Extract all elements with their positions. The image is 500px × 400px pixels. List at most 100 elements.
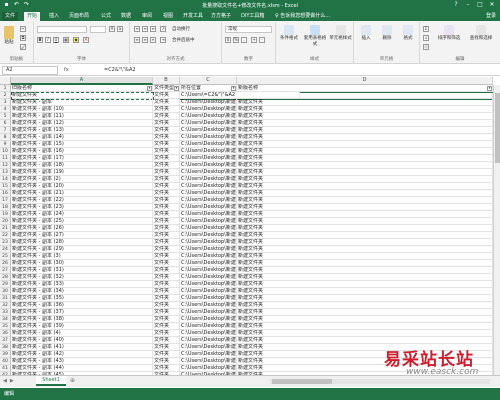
conditional-format-button[interactable]: 条件格式: [277, 25, 301, 41]
format-as-table-button[interactable]: 套用表格格式: [302, 25, 328, 47]
row-number[interactable]: 29: [0, 281, 11, 288]
cell-location[interactable]: C:\Users\Desktop\新建文件夹: [180, 337, 237, 344]
cell-location[interactable]: C:\Users\Desktop\新建文件夹: [180, 148, 237, 155]
header-cell-new-name[interactable]: 新版名称 ▾: [237, 85, 493, 92]
row-number[interactable]: 26: [0, 260, 11, 267]
cell-new-name[interactable]: 新建文件夹: [237, 190, 493, 197]
cell-file-type[interactable]: 文件夹: [153, 365, 180, 372]
cell-old-name[interactable]: 新建文件夹 - 副本 (37): [11, 309, 153, 316]
cell-file-type[interactable]: 文件夹: [153, 309, 180, 316]
header-cell-location[interactable]: 所在位置 ▾: [180, 85, 237, 92]
cell-location[interactable]: C:\Users\Desktop\新建文件夹: [180, 106, 237, 113]
row-number[interactable]: 3: [0, 99, 11, 106]
filter-dropdown-icon[interactable]: ▾: [487, 86, 492, 91]
cell-file-type[interactable]: 文件夹: [153, 197, 180, 204]
font-size-select[interactable]: [90, 26, 106, 33]
cell-new-name[interactable]: 新建文件夹: [237, 337, 493, 344]
vertical-scrollbar[interactable]: [493, 85, 500, 375]
row-number[interactable]: 4: [0, 106, 11, 113]
column-header-b[interactable]: B: [153, 77, 180, 85]
cell-new-name[interactable]: 新建文件夹: [237, 211, 493, 218]
cell-file-type[interactable]: 文件夹: [153, 113, 180, 120]
cell-new-name[interactable]: 新建文件夹: [237, 253, 493, 260]
percent-icon[interactable]: %: [233, 37, 239, 43]
cell-location[interactable]: C:\Users\Desktop\新建文件夹: [180, 120, 237, 127]
sheet-tab-sheet1[interactable]: Sheet1: [36, 376, 66, 386]
cell-old-name[interactable]: 新建文件夹 - 副本 (31): [11, 267, 153, 274]
tab-insert[interactable]: 插入: [46, 12, 62, 21]
font-name-select[interactable]: [37, 26, 87, 33]
cell-file-type[interactable]: 文件夹: [153, 260, 180, 267]
cell-location[interactable]: C:\Users\Desktop\新建文件夹: [180, 344, 237, 351]
cell-location[interactable]: C:\Users\Desktop\新建文件夹: [180, 239, 237, 246]
prev-sheet-icon[interactable]: ◀: [3, 378, 7, 384]
cell-old-name[interactable]: 新建文件夹 - 副本 (25): [11, 218, 153, 225]
cell-file-type[interactable]: 文件夹: [153, 218, 180, 225]
cell-file-type[interactable]: 文件夹: [153, 330, 180, 337]
font-color-icon[interactable]: A: [83, 37, 89, 43]
cell-file-type[interactable]: 文件夹: [153, 141, 180, 148]
row-number[interactable]: 24: [0, 246, 11, 253]
row-number[interactable]: 12: [0, 162, 11, 169]
cell-location[interactable]: C:\Users\Desktop\新建文件夹: [180, 162, 237, 169]
cell-old-name[interactable]: 新建文件夹 - 副本 (30): [11, 260, 153, 267]
cell-location[interactable]: C:\Users\Desktop\新建文件夹: [180, 274, 237, 281]
cell-location[interactable]: C:\Users\Desktop\新建文件夹: [180, 155, 237, 162]
cell-old-name[interactable]: 新建文件夹 - 副本: [11, 99, 153, 106]
cell-new-name[interactable]: 新建文件夹: [237, 309, 493, 316]
insert-cells-button[interactable]: 插入: [356, 25, 376, 41]
cell-location[interactable]: C:\Users\Desktop\新建文件夹: [180, 358, 237, 365]
cell-file-type[interactable]: 文件夹: [153, 204, 180, 211]
cell-new-name[interactable]: 新建文件夹: [237, 183, 493, 190]
cell-file-type[interactable]: 文件夹: [153, 295, 180, 302]
tab-home[interactable]: 开始: [24, 12, 41, 21]
cell-location[interactable]: C:\Users\Desktop\新建文件夹: [180, 134, 237, 141]
fill-icon[interactable]: ↓: [423, 35, 429, 41]
cell-location[interactable]: C:\Users\Desktop\新建文件夹: [180, 127, 237, 134]
format-cells-button[interactable]: 格式: [398, 25, 418, 41]
cell-old-name[interactable]: 新建文件夹 - 副本 (22): [11, 197, 153, 204]
row-number[interactable]: 38: [0, 344, 11, 351]
vertical-scroll-thumb[interactable]: [495, 93, 500, 163]
row-number[interactable]: 17: [0, 197, 11, 204]
increase-decimal-icon[interactable]: +: [251, 37, 257, 43]
sort-filter-button[interactable]: 排序和筛选: [434, 25, 464, 41]
tab-review[interactable]: 审阅: [139, 12, 155, 21]
row-number[interactable]: 13: [0, 169, 11, 176]
cell-file-type[interactable]: 文件夹: [153, 274, 180, 281]
decrease-decimal-icon[interactable]: -: [259, 37, 265, 43]
row-number[interactable]: 19: [0, 211, 11, 218]
cell-location[interactable]: C:\Users\Desktop\新建文件夹: [180, 204, 237, 211]
cut-icon[interactable]: ✂: [20, 26, 26, 32]
signin-link[interactable]: 登录: [486, 12, 496, 21]
row-number[interactable]: 8: [0, 134, 11, 141]
cell-location[interactable]: C:\Users\Desktop\新建文件夹: [180, 330, 237, 337]
cell-old-name[interactable]: 新建文件夹 - 副本 (35): [11, 295, 153, 302]
cell-file-type[interactable]: 文件夹: [153, 316, 180, 323]
row-number[interactable]: 2: [0, 92, 11, 99]
cell-new-name[interactable]: 新建文件夹: [237, 176, 493, 183]
cell-old-name[interactable]: 新建文件夹 - 副本 (18): [11, 162, 153, 169]
cell-file-type[interactable]: 文件夹: [153, 239, 180, 246]
minimize-button[interactable]: –: [462, 0, 474, 10]
cell-old-name[interactable]: 新建文件夹 - 副本 (20): [11, 183, 153, 190]
cell-file-type[interactable]: 文件夹: [153, 323, 180, 330]
row-number[interactable]: 5: [0, 113, 11, 120]
cell-new-name[interactable]: 新建文件夹: [237, 302, 493, 309]
cell-old-name[interactable]: 新建文件夹 - 副本 (39): [11, 323, 153, 330]
help-button[interactable]: ?: [450, 0, 462, 10]
cell-new-name[interactable]: 新建文件夹: [237, 148, 493, 155]
cell-old-name[interactable]: 新建文件夹 - 副本 (38): [11, 316, 153, 323]
cell-new-name[interactable]: 新建文件夹: [237, 197, 493, 204]
cell-old-name[interactable]: 新建文件夹 - 副本 (4): [11, 330, 153, 337]
row-number[interactable]: 36: [0, 330, 11, 337]
underline-icon[interactable]: U: [53, 37, 59, 43]
cell-new-name[interactable]: 新建文件夹: [237, 218, 493, 225]
cell-old-name[interactable]: 新建文件夹 - 副本 (13): [11, 127, 153, 134]
tab-formulas[interactable]: 公式: [98, 12, 114, 21]
comma-icon[interactable]: ,: [241, 37, 247, 43]
tab-view[interactable]: 视图: [160, 12, 176, 21]
cell-old-name[interactable]: 新建文件夹 - 副本 (16): [11, 148, 153, 155]
cell-old-name[interactable]: 新建文件夹 - 副本 (21): [11, 190, 153, 197]
cell-new-name[interactable]: 新建文件夹: [237, 134, 493, 141]
